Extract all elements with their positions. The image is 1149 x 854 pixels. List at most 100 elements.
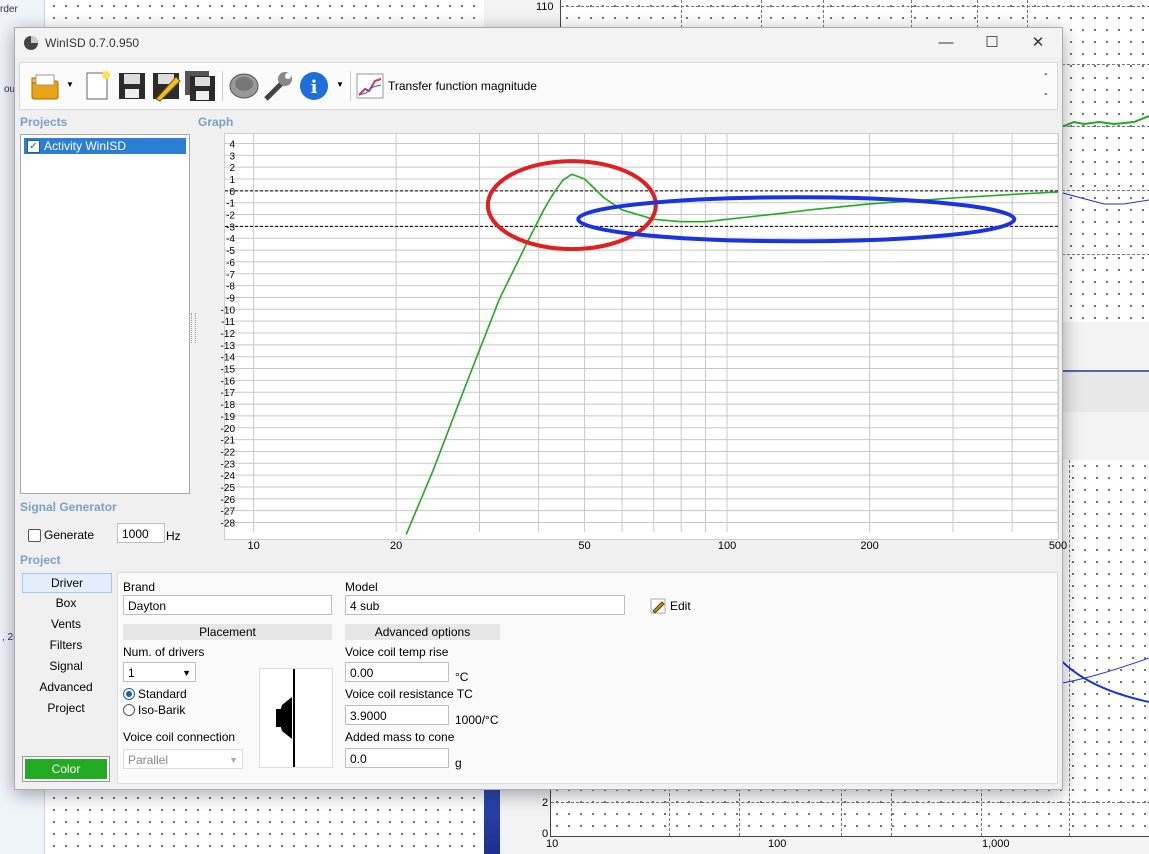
added-mass-input[interactable]: 0.0 [345, 748, 449, 768]
save-all-button[interactable] [184, 69, 216, 103]
y-tick-label: 1 [229, 175, 235, 186]
open-folder-icon [31, 74, 59, 100]
generate-checkbox[interactable] [28, 529, 41, 542]
vc-temp-unit: °C [455, 670, 469, 684]
y-tick-label: 2 [229, 163, 235, 174]
close-button[interactable]: ✕ [1015, 28, 1061, 58]
y-tick-label: -13 [221, 341, 236, 352]
voice-coil-connection-select: Parallel ▼ [123, 749, 243, 769]
y-tick-label: -28 [221, 519, 236, 530]
placement-diagram [259, 668, 333, 768]
standard-label: Standard [138, 687, 187, 701]
toolbar: ▼ i ▼ Transfer function magnitude - - [19, 62, 1058, 110]
project-checkbox[interactable]: ✓ [27, 140, 40, 153]
nav-signal[interactable]: Signal [22, 657, 110, 675]
open-button[interactable] [30, 69, 62, 103]
nav-project[interactable]: Project [22, 699, 110, 717]
toolbar-mark: - [1044, 88, 1048, 100]
transfer-function-chart[interactable]: 43210-1-2-3-4-5-6-7-8-9-10-11-12-13-14-1… [195, 134, 1067, 571]
model-label: Model [345, 580, 378, 594]
nav-advanced[interactable]: Advanced [22, 678, 110, 696]
advanced-options-header: Advanced options [345, 624, 500, 640]
background-y-tick: 2 [542, 797, 549, 809]
graph-type-label: Transfer function magnitude [388, 79, 537, 93]
signal-generator-section-label: Signal Generator [20, 500, 117, 514]
frequency-unit: Hz [166, 529, 181, 543]
vc-res-label: Voice coil resistance TC [345, 687, 473, 701]
frequency-input[interactable]: 1000 [117, 523, 165, 543]
speaker-placement-icon [276, 669, 295, 767]
x-tick-label: 100 [718, 540, 736, 552]
y-tick-label: -24 [221, 471, 236, 482]
y-tick-label: -21 [221, 436, 236, 447]
nav-vents[interactable]: Vents [22, 615, 110, 633]
x-tick-label: 500 [1049, 540, 1067, 552]
save-as-button[interactable] [150, 69, 182, 103]
iso-barik-radio[interactable] [123, 704, 135, 716]
settings-button[interactable] [262, 69, 294, 103]
y-tick-label: -5 [226, 246, 235, 257]
save-all-icon [185, 71, 215, 101]
brand-label: Brand [123, 580, 156, 594]
title-bar[interactable]: WinISD 0.7.0.950 — ☐ ✕ [15, 28, 1062, 58]
projects-section-label: Projects [20, 115, 68, 129]
save-edit-icon [153, 73, 181, 102]
background-x-tick: 100 [768, 838, 787, 850]
save-icon [119, 73, 145, 99]
new-project-button[interactable] [82, 69, 114, 103]
projects-list: ✓ Activity WinISD [20, 134, 190, 494]
project-item[interactable]: ✓ Activity WinISD [24, 138, 186, 154]
info-dropdown-arrow-icon[interactable]: ▼ [336, 80, 344, 89]
y-tick-label: -8 [226, 282, 235, 293]
edit-button[interactable]: Edit [650, 597, 710, 615]
background-y-tick: 110 [536, 1, 554, 13]
vc-temp-label: Voice coil temp rise [345, 645, 449, 659]
series-line [405, 173, 1058, 535]
placement-header: Placement [123, 624, 332, 640]
background-accent [484, 780, 500, 854]
info-button[interactable]: i [298, 69, 330, 103]
winisd-window: WinISD 0.7.0.950 — ☐ ✕ ▼ i ▼ Transfer fu… [14, 27, 1067, 790]
maximize-button[interactable]: ☐ [969, 28, 1015, 58]
info-icon: i [300, 72, 328, 100]
y-tick-label: -16 [221, 376, 236, 387]
toolbar-separator [222, 71, 223, 101]
edit-label: Edit [670, 599, 691, 613]
vc-res-input[interactable]: 3.9000 [345, 705, 449, 725]
graph-area: 4 3 2 1 0 -1 -2 -3 -4 -5 -6 -7 -8 -9 -10 -11 -12 -13 -14 -1… [221, 133, 1067, 552]
y-tick-label: -1 [226, 199, 235, 210]
x-tick-label: 50 [578, 540, 590, 552]
app-icon [24, 36, 38, 50]
y-tick-label: -26 [221, 495, 236, 506]
y-tick-label: -22 [221, 447, 236, 458]
nav-box[interactable]: Box [22, 594, 110, 612]
graph-section-label: Graph [198, 115, 234, 129]
driver-button[interactable] [228, 69, 260, 103]
vc-temp-input[interactable]: 0.00 [345, 662, 449, 682]
vc-res-unit: 1000/°C [455, 713, 499, 727]
y-tick-label: 4 [229, 139, 235, 150]
standard-radio[interactable] [123, 688, 135, 700]
background-x-tick: 10 [546, 838, 559, 850]
toolbar-separator [350, 71, 351, 101]
model-field[interactable]: 4 sub [345, 595, 625, 615]
graph-type-selector[interactable]: Transfer function magnitude [356, 69, 556, 103]
y-tick-label: -2 [226, 211, 235, 222]
open-dropdown-arrow-icon[interactable]: ▼ [66, 80, 74, 89]
voice-coil-connection-value: Parallel [128, 753, 169, 767]
color-button[interactable]: Color [22, 756, 110, 782]
num-drivers-select[interactable]: 1 ▼ [123, 662, 196, 682]
color-button-label: Color [25, 759, 107, 779]
new-project-icon [86, 71, 110, 100]
radio-selected-dot [126, 691, 132, 697]
blue-annotation-ellipse [576, 195, 1017, 244]
brand-field[interactable]: Dayton [123, 595, 332, 615]
save-button[interactable] [116, 69, 148, 103]
nav-filters[interactable]: Filters [22, 636, 110, 654]
nav-driver[interactable]: Driver [22, 573, 112, 593]
project-item-label: Activity WinISD [44, 139, 127, 153]
chevron-down-icon: ▼ [229, 755, 238, 765]
minimize-button[interactable]: — [923, 28, 969, 58]
y-tick-label: -14 [221, 353, 236, 364]
num-drivers-label: Num. of drivers [123, 645, 205, 659]
